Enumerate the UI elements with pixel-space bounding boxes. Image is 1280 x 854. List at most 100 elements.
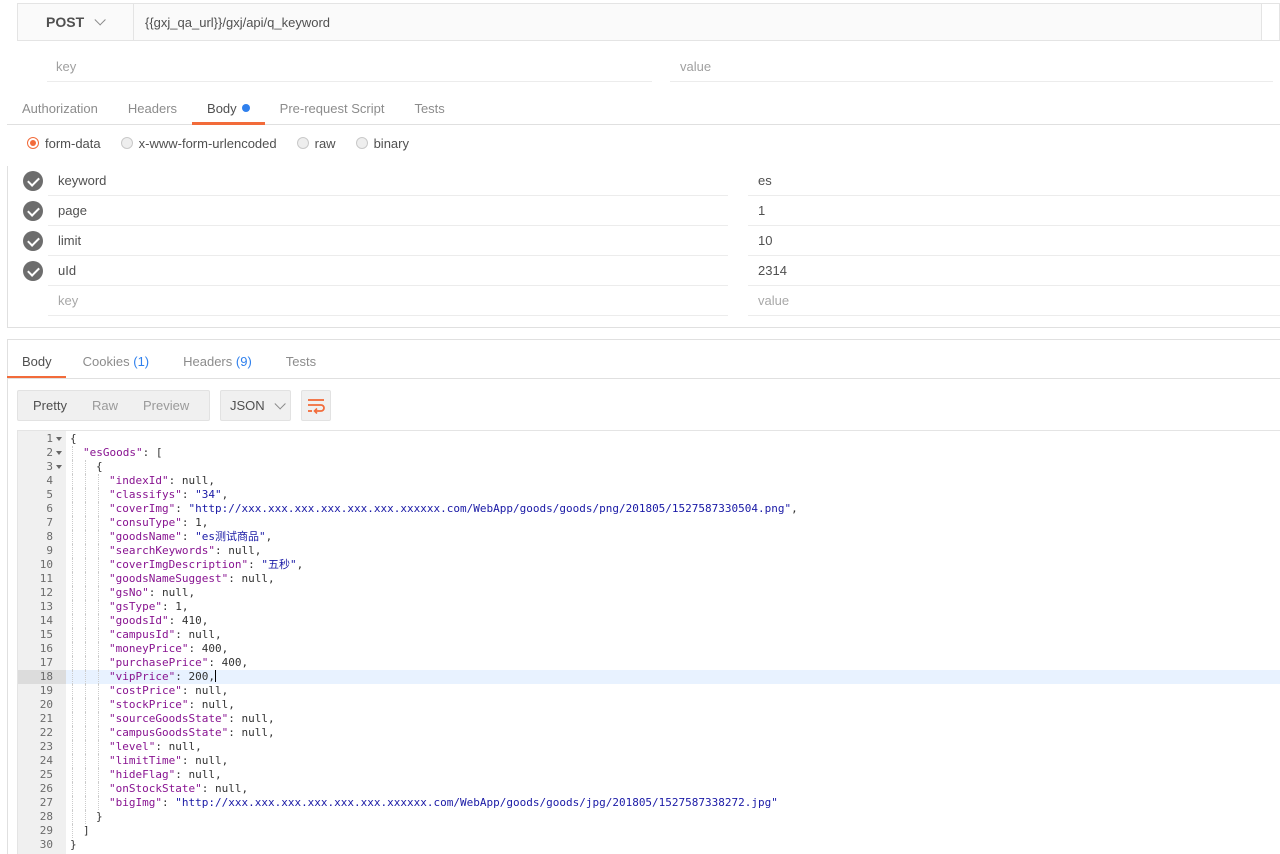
json-punct: { [96,460,103,473]
fold-arrow-icon[interactable] [56,465,62,469]
indent-guide [85,656,86,670]
new-value-input[interactable]: value [748,286,1280,316]
json-punct: : [175,502,189,515]
json-string: "五秒" [261,558,297,571]
radio-x-www-form-urlencoded[interactable]: x-www-form-urlencoded [120,136,277,151]
response-code-editor[interactable]: 1{2 "esGoods": [3{4 "indexId": null, 5 "clas… [17,430,1280,854]
fold-arrow-icon[interactable] [56,451,62,455]
json-key: "vipPrice" [109,670,176,683]
radio-icon [296,137,309,149]
code-line: 27 "bigImg": "http://xxx.xxx.xxx.xxx.xxx.… [18,796,1280,810]
line-number: 16 [39,642,53,655]
method-select[interactable]: POST [18,4,134,40]
checkbox-checked-icon[interactable] [23,261,43,281]
code-text: "gsType": 1, [109,600,188,614]
tab-response-body[interactable]: Body [7,345,66,379]
code-text: "indexId": null, [109,474,215,488]
indent-guide [72,768,73,782]
tab-authorization[interactable]: Authorization [7,92,113,124]
param-value-input[interactable]: value [670,52,1273,82]
tab-headers[interactable]: Headers [113,92,192,124]
tab-pre-request-script[interactable]: Pre-request Script [265,92,400,124]
code-line: 23 "level": null, [18,740,1280,754]
code-text: "limitTime": null, [109,754,228,768]
json-punct: : null, [188,698,235,711]
radio-raw[interactable]: raw [296,136,336,151]
line-number: 6 [46,502,53,515]
form-row-new: key value [8,286,1280,316]
param-key-input[interactable]: key [47,52,652,82]
code-line: 15 "campusId": null, [18,628,1280,642]
radio-binary[interactable]: binary [355,135,409,151]
json-punct: : 400, [188,642,229,655]
code-text: "level": null, [109,740,202,754]
form-key-input[interactable]: keyword [48,166,728,196]
radio-form-data[interactable]: form-data [27,136,101,151]
json-key: "limitTime" [109,754,182,767]
format-select[interactable]: JSON [220,390,291,421]
indent-guide [72,516,73,530]
code-line: 7 "consuType": 1, [18,516,1280,530]
json-key: "level" [109,740,156,753]
form-value-input[interactable]: 2314 [748,256,1280,286]
code-text: { [96,460,103,474]
indent-guide [72,698,73,712]
line-number: 20 [39,698,53,711]
view-pretty-button[interactable]: Pretty [18,398,67,413]
json-key: "searchKeywords" [109,544,215,557]
indent-guide [72,586,73,600]
code-text: "coverImgDescription": "五秒", [109,558,303,572]
checkbox-checked-icon[interactable] [23,231,43,251]
code-line: 24 "limitTime": null, [18,754,1280,768]
line-number: 4 [46,474,53,487]
format-label: JSON [230,398,265,413]
form-data-table: keyword es page 1 limit 10 uId 2314 key … [7,166,1280,328]
tab-cookies[interactable]: Cookies (1) [66,345,166,378]
line-number: 8 [46,530,53,543]
checkbox-checked-icon[interactable] [23,171,43,191]
line-number: 22 [39,726,53,739]
form-value-input[interactable]: 10 [748,226,1280,256]
url-input[interactable]: {{gxj_qa_url}}/gxj/api/q_keyword [134,4,1261,40]
indent-guide [72,628,73,642]
line-number: 19 [39,684,53,697]
json-string: "http://xxx.xxx.xxx.xxx.xxx.xxx.xxxxxx.c… [188,502,792,515]
code-text: "goodsName": "es测试商品", [109,530,272,544]
code-text: { [70,432,77,446]
line-number: 14 [39,614,53,627]
radio-label: binary [373,135,409,151]
checkbox-checked-icon[interactable] [23,201,43,221]
tab-label: Headers [183,354,233,369]
indent-guide [85,586,86,600]
tab-response-tests[interactable]: Tests [269,345,333,378]
code-line: 9 "searchKeywords": null, [18,544,1280,558]
indent-guide [72,642,73,656]
code-text: "gsNo": null, [109,586,195,600]
tab-tests[interactable]: Tests [399,92,459,124]
code-line: 21 "sourceGoodsState": null, [18,712,1280,726]
tab-body[interactable]: Body [192,92,265,125]
indent-guide [72,600,73,614]
wrap-lines-button[interactable] [301,390,331,421]
form-key-input[interactable]: uId [48,256,728,286]
code-line: 4 "indexId": null, [18,474,1280,488]
form-key-input[interactable]: limit [48,226,728,256]
indent-guide [85,726,86,740]
indent-guide [85,768,86,782]
radio-icon [120,137,133,149]
view-raw-button[interactable]: Raw [67,398,118,413]
form-row: uId 2314 [8,256,1280,286]
json-key: "esGoods" [83,446,143,459]
form-key-input[interactable]: page [48,196,728,226]
code-line: 2 "esGoods": [ [18,446,1280,460]
form-value-input[interactable]: es [748,166,1280,196]
form-value-input[interactable]: 1 [748,196,1280,226]
line-number: 24 [39,754,53,767]
tab-response-headers[interactable]: Headers (9) [166,345,269,378]
new-key-input[interactable]: key [48,286,728,316]
json-punct: : [181,488,196,501]
fold-arrow-icon[interactable] [56,437,62,441]
json-punct: , [791,502,798,515]
view-preview-button[interactable]: Preview [118,398,189,413]
indent-guide [85,544,86,558]
